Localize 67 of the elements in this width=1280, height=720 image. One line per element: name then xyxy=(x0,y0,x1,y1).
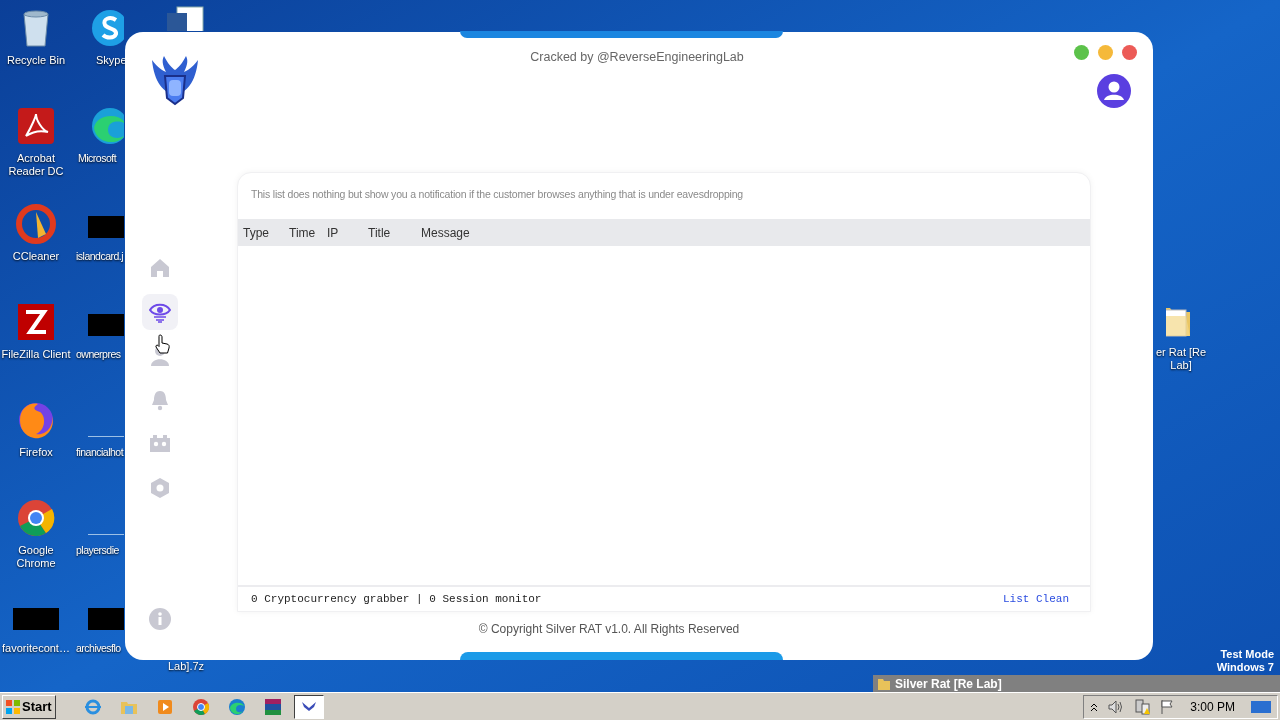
icon-label[interactable]: Firefox xyxy=(19,446,53,459)
column-header[interactable]: Type xyxy=(243,223,289,242)
icon-label[interactable]: Skype xyxy=(96,54,127,67)
sidebar-item[interactable] xyxy=(142,294,178,330)
info-icon[interactable] xyxy=(149,608,171,630)
minimize-button[interactable] xyxy=(1098,45,1113,60)
start-button[interactable]: Start xyxy=(2,694,56,719)
hexagon-icon xyxy=(149,477,171,499)
column-header[interactable]: Title xyxy=(368,223,421,242)
taskbar-icon[interactable] xyxy=(293,694,324,719)
status-text: 0 Cryptocurrency grabber | 0 Session monitor xyxy=(251,591,542,607)
pdf-app-icon[interactable] xyxy=(16,106,56,146)
e-globe-icon xyxy=(83,697,102,716)
icon-label[interactable]: Acrobat xyxy=(17,152,55,165)
icon-label[interactable]: Google xyxy=(18,544,54,557)
icon-label[interactable]: favoritecont… xyxy=(2,642,70,655)
taskbar-window-button[interactable]: Silver Rat [Re Lab] xyxy=(873,675,1280,693)
network-warning-icon[interactable] xyxy=(1134,698,1151,715)
list-clean-link[interactable]: List Clean xyxy=(1003,590,1077,608)
icon-label[interactable]: Lab] xyxy=(1170,359,1192,372)
column-header[interactable]: IP xyxy=(327,223,368,242)
fox-globe-icon[interactable] xyxy=(16,400,56,440)
round-browser-icon[interactable] xyxy=(16,498,56,538)
logo-icon xyxy=(150,54,200,106)
icon-label[interactable]: playersdie xyxy=(76,544,119,557)
icon-label[interactable]: Chrome xyxy=(16,557,56,570)
icon-label[interactable]: Recycle Bin xyxy=(6,54,66,67)
icon-label[interactable]: FileZilla Client xyxy=(1,348,71,361)
speaker-icon[interactable] xyxy=(1108,699,1125,714)
chevron-up-icon[interactable] xyxy=(1090,701,1099,712)
icon-label[interactable]: islandcard.j xyxy=(76,250,124,263)
icon-label[interactable]: financialhot xyxy=(76,446,124,459)
icon-label[interactable]: er Rat [Re xyxy=(1156,346,1207,359)
fz-app-icon[interactable] xyxy=(16,302,56,342)
clock-text: 3:00 PM xyxy=(1189,698,1236,716)
swirl-icon xyxy=(227,697,246,716)
os-notice-text: Windows 7 xyxy=(1216,661,1274,674)
icon-label[interactable]: archivesflo xyxy=(76,642,121,655)
avatar-button[interactable] xyxy=(1096,73,1132,109)
bell-icon xyxy=(149,389,171,411)
round-browser-icon xyxy=(191,697,210,716)
copyright-text: © Copyright Silver RAT v1.0. All Rights Reserved xyxy=(477,621,741,638)
notice-text: This list does nothing but show you a notification if the customer browses anything that is under eavesdropping xyxy=(250,187,744,202)
maximize-button[interactable] xyxy=(1074,45,1089,60)
home-icon xyxy=(149,257,171,279)
window-title: Cracked by @ReverseEngineeringLab xyxy=(529,49,745,66)
column-header[interactable]: Time xyxy=(289,223,327,242)
icon-label[interactable]: ownerpres xyxy=(76,348,121,361)
windows-logo-icon xyxy=(6,699,20,714)
icon-label[interactable]: Reader DC xyxy=(8,165,64,178)
swirl-icon[interactable] xyxy=(90,106,124,146)
os-notice-text: Test Mode xyxy=(1220,648,1274,661)
column-header[interactable]: Message xyxy=(421,223,501,242)
cloud-s-icon[interactable] xyxy=(90,8,124,48)
eye-icon xyxy=(149,301,171,323)
robot-icon xyxy=(149,433,171,455)
close-button[interactable] xyxy=(1122,45,1137,60)
wing-logo-icon xyxy=(301,702,316,711)
books-icon xyxy=(263,697,282,716)
icon-label[interactable]: Microsoft xyxy=(78,152,117,165)
show-desktop-icon[interactable] xyxy=(1251,699,1271,714)
broom-c-icon[interactable] xyxy=(16,204,56,244)
icon-label[interactable]: Lab].7z xyxy=(168,658,205,675)
flag-icon[interactable] xyxy=(1160,698,1175,715)
icon-label[interactable]: CCleaner xyxy=(12,250,60,263)
play-icon xyxy=(155,697,174,716)
hand-cursor-icon xyxy=(155,334,171,354)
